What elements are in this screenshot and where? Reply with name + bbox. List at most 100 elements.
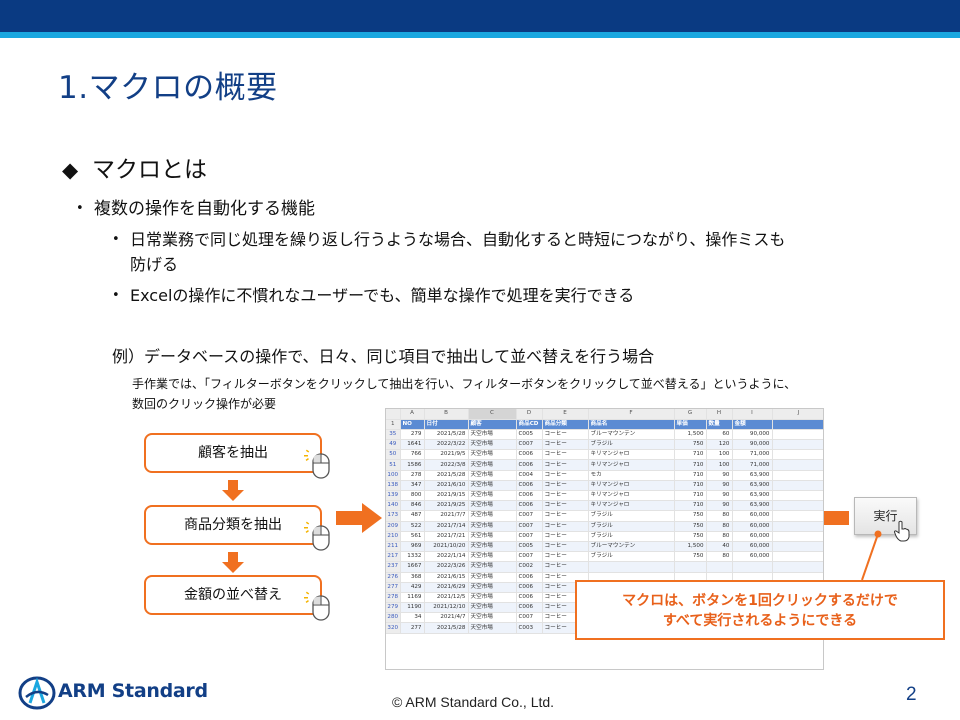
sheet-cell: 846 [400,500,425,512]
sheet-cell: 63,900 [732,470,773,481]
sheet-cell [772,429,823,441]
sheet-cell: 天空市場 [468,510,517,522]
table-header-row: 1 NO 日付 顧客 商品CD 商品分類 商品名 単価 数量 金額 [386,419,823,430]
sheet-cell: 277 [400,622,425,634]
sheet-cell [772,561,823,573]
sheet-cell: 750 [674,531,707,542]
sheet-cell: C005 [516,541,543,553]
sheet-cell: 天空市場 [468,551,517,563]
sheet-cell [772,551,823,563]
page-number: 2 [906,684,917,705]
sheet-cell: G [674,409,707,420]
sheet-cell: C007 [516,551,543,563]
sheet-cell: ブラジル [588,510,675,522]
sheet-cell: 90,000 [732,439,773,451]
section-heading-text: マクロとは [92,157,207,183]
sheet-cell: 2021/12/10 [424,602,469,614]
down-arrow-icon [222,480,244,501]
sheet-cell: 60 [706,429,733,441]
sheet-cell: 天空市場 [468,429,517,441]
sheet-cell: C006 [516,500,543,512]
sheet-cell: E [542,409,589,420]
bullet-dot-icon: • [112,288,120,303]
sheet-cell: キリマンジャロ [588,459,675,471]
sub-bullet-2: • Excelの操作に不慣れなユーザーでも、簡単な操作で処理を実行できる [112,283,634,308]
table-row: 51 1586 2022/3/8 天空市場 C006 コーヒー キリマンジャロ 710 100 7… [386,459,823,471]
table-row: 100 278 2021/5/28 天空市場 C004 コーヒー モカ 710 90 63,900 [386,470,823,481]
sheet-cell: ブラジル [588,439,675,451]
table-row: 138 347 2021/6/10 天空市場 C006 コーヒー キリマンジャロ 710 90 6… [386,480,823,492]
sheet-cell: 750 [674,521,707,532]
sheet-cell [772,439,823,451]
sheet-cell: コーヒー [542,459,589,471]
sheet-cell: J [772,409,823,420]
row-number: 1 [386,419,401,430]
table-row: 210 561 2021/7/21 天空市場 C007 コーヒー ブラジル 750 80 60,0… [386,531,823,542]
sheet-cell: 天空市場 [468,541,517,553]
sheet-cell: 368 [400,572,425,583]
sheet-cell: 2021/5/28 [424,429,469,441]
sheet-cell: 63,900 [732,490,773,502]
sheet-cell: C006 [516,449,543,461]
sheet-cell: H [706,409,733,420]
row-number: 173 [386,510,401,522]
sheet-cell: 天空市場 [468,490,517,502]
sheet-cell [772,531,823,542]
sheet-cell: C005 [516,429,543,441]
sheet-cell: 90 [706,470,733,481]
row-number: 276 [386,572,401,583]
sheet-cell: 2021/7/21 [424,531,469,542]
sheet-cell: 34 [400,612,425,624]
sheet-cell [772,470,823,481]
sheet-cell: C007 [516,612,543,624]
sheet-cell: 561 [400,531,425,542]
sheet-cell: 天空市場 [468,439,517,451]
sheet-cell: 60,000 [732,531,773,542]
table-row: 50 766 2021/9/5 天空市場 C006 コーヒー キリマンジャロ 710 100 71… [386,449,823,461]
sheet-cell: 750 [674,510,707,522]
header-bar [0,0,960,32]
down-arrow-icon [222,552,244,573]
sheet-cell: 800 [400,490,425,502]
sheet-cell: コーヒー [542,531,589,542]
sheet-cell: コーヒー [542,510,589,522]
sheet-cell: コーヒー [542,500,589,512]
sheet-cell: キリマンジャロ [588,480,675,492]
table-row: 140 846 2021/9/25 天空市場 C006 コーヒー キリマンジャロ 710 90 6… [386,500,823,512]
sheet-cell: 1586 [400,459,425,471]
sheet-cell: 90 [706,500,733,512]
sheet-cell: コーヒー [542,490,589,502]
sheet-cell [772,490,823,502]
sheet-cell: C006 [516,459,543,471]
sheet-cell: コーヒー [542,561,589,573]
sheet-cell: 天空市場 [468,612,517,624]
callout-box: マクロは、ボタンを1回クリックするだけで すべて実行されるようにできる [575,580,945,640]
header-stripe [0,32,960,38]
sheet-cell: 2021/9/5 [424,449,469,461]
table-row: 211 969 2021/10/20 天空市場 C005 コーヒー ブルーマウンテン 1,50… [386,541,823,553]
row-number: 35 [386,429,401,441]
sheet-cell: 63,900 [732,500,773,512]
sheet-cell: 天空市場 [468,592,517,604]
sheet-cell: 1169 [400,592,425,604]
sheet-cell: C006 [516,592,543,604]
diamond-bullet-icon: ◆ [62,158,79,182]
sheet-cell: C006 [516,572,543,583]
row-number: 140 [386,500,401,512]
slide-title: 1.マクロの概要 [58,70,278,106]
sheet-cell: 100 [706,449,733,461]
sheet-cell: C004 [516,470,543,481]
row-number: 100 [386,470,401,481]
sheet-cell: 商品CD [516,419,543,430]
sheet-cell: 278 [400,470,425,481]
table-row: 209 522 2021/7/14 天空市場 C007 コーヒー ブラジル 750 80 60,0… [386,521,823,532]
sheet-cell: 969 [400,541,425,553]
sheet-cell: B [424,409,469,420]
sheet-cell: C006 [516,602,543,614]
sheet-cell: 2021/6/29 [424,582,469,593]
sheet-cell: C002 [516,561,543,573]
row-number: 217 [386,551,401,563]
sheet-cell: 522 [400,521,425,532]
sheet-cell: 2021/9/25 [424,500,469,512]
row-number: 279 [386,602,401,614]
